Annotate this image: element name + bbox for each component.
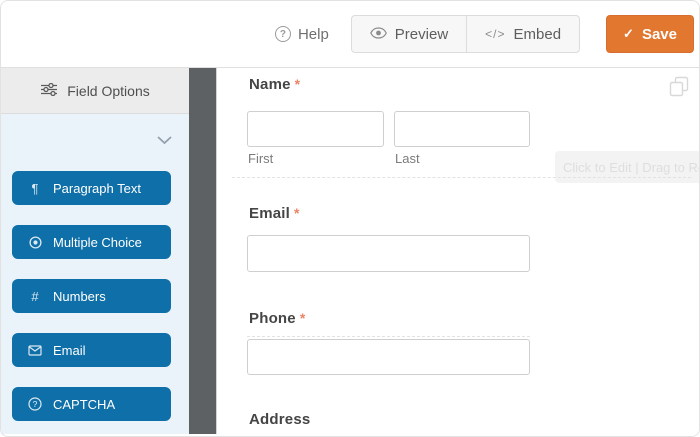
hash-icon: # [31, 288, 39, 304]
collapse-section-button[interactable] [157, 132, 172, 150]
phone-input[interactable] [247, 339, 530, 375]
field-button-label: Multiple Choice [53, 234, 142, 250]
field-button-label: Email [53, 342, 86, 358]
field-button-captcha[interactable]: ? CAPTCHA [12, 387, 171, 421]
first-sublabel: First [248, 151, 274, 166]
phone-field-label: Phone * [249, 310, 306, 327]
builder-toolbar: ? Help Preview </> Embed ✓ Save [1, 1, 699, 68]
form-builder-window: ? Help Preview </> Embed ✓ Save Field Op… [0, 0, 700, 437]
fields-sidebar: Field Options ¶ Paragraph Text Multiple … [1, 68, 189, 434]
preview-label: Preview [394, 25, 449, 43]
form-preview-canvas: Name * First Last Click to Edit | Drag to… [216, 68, 699, 434]
name-last-input[interactable] [394, 111, 530, 147]
panel-divider [189, 68, 216, 434]
svg-text:?: ? [33, 399, 38, 409]
preview-button[interactable]: Preview [352, 16, 466, 52]
envelope-icon [27, 344, 43, 356]
check-icon: ✓ [623, 26, 634, 41]
sliders-icon [40, 82, 58, 99]
last-sublabel: Last [395, 151, 420, 166]
help-button[interactable]: ? Help [274, 25, 329, 43]
email-input[interactable] [247, 235, 530, 272]
duplicate-field-icon[interactable] [669, 76, 689, 102]
eye-icon [369, 26, 387, 43]
field-button-email[interactable]: Email [12, 333, 171, 367]
field-button-numbers[interactable]: # Numbers [12, 279, 171, 313]
field-boundary-dashed [232, 177, 691, 178]
field-button-paragraph-text[interactable]: ¶ Paragraph Text [12, 171, 171, 205]
pilcrow-icon: ¶ [31, 180, 39, 196]
field-button-label: Numbers [53, 288, 106, 304]
name-first-input[interactable] [247, 111, 384, 147]
radio-icon [27, 235, 43, 249]
email-field-label: Email * [249, 205, 300, 222]
embed-label: Embed [513, 25, 562, 43]
field-type-list: ¶ Paragraph Text Multiple Choice # Numbe… [12, 171, 171, 421]
field-options-title: Field Options [67, 82, 150, 99]
name-field-label: Name * [249, 76, 301, 93]
save-label: Save [641, 25, 677, 43]
click-to-edit-tooltip: Click to Edit | Drag to Reorder [555, 151, 699, 183]
preview-embed-group: Preview </> Embed [350, 15, 581, 53]
required-asterisk: * [299, 310, 306, 326]
field-button-label: Paragraph Text [53, 180, 141, 196]
question-circle-icon: ? [27, 397, 43, 411]
embed-button[interactable]: </> Embed [466, 16, 579, 52]
save-button[interactable]: ✓ Save [606, 15, 694, 53]
required-asterisk: * [294, 76, 301, 92]
help-icon: ? [274, 26, 291, 42]
required-asterisk: * [294, 205, 300, 221]
field-options-header[interactable]: Field Options [1, 68, 189, 114]
code-icon: </> [485, 27, 506, 41]
field-button-multiple-choice[interactable]: Multiple Choice [12, 225, 171, 259]
field-button-label: CAPTCHA [53, 396, 116, 412]
help-label: Help [297, 25, 329, 43]
address-field-label: Address [249, 411, 311, 428]
field-boundary-dashed [247, 336, 530, 337]
